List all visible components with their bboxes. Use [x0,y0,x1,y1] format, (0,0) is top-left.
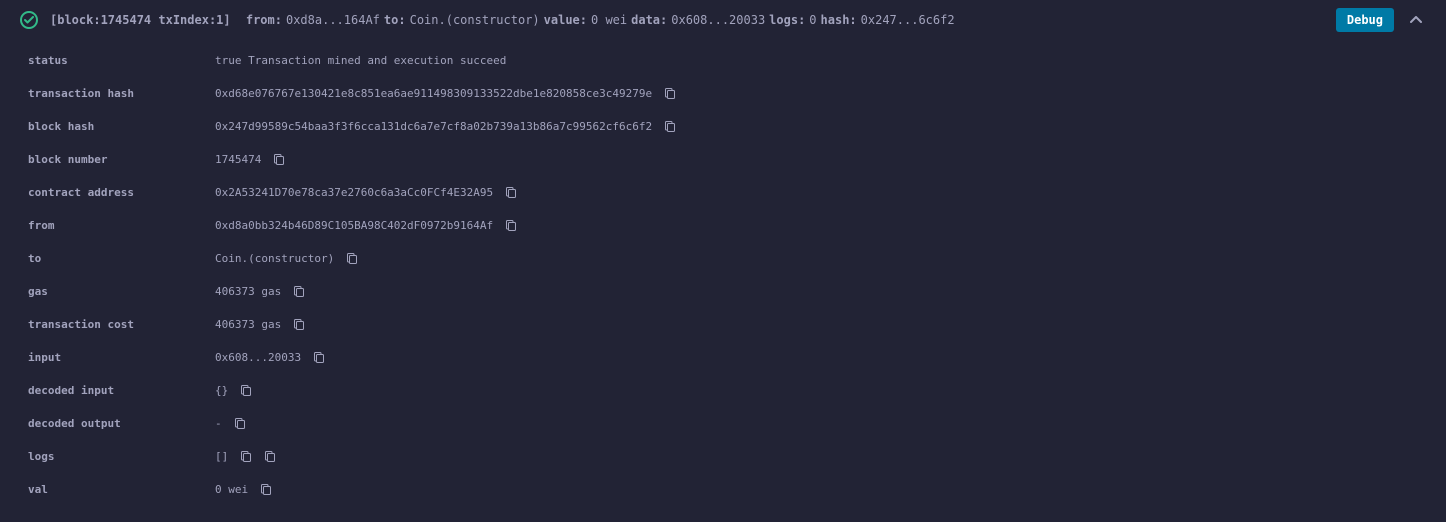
row-decoded-output: decoded output - [0,407,1446,440]
copy-icon[interactable] [260,483,272,496]
gas-label: gas [28,285,215,298]
to-value: Coin.(constructor) [410,13,540,27]
transaction-cost-value: 406373 gas [215,318,281,331]
copy-icon[interactable] [293,318,305,331]
copy-icon[interactable] [505,219,517,232]
from-detail-label: from [28,219,215,232]
copy-icon[interactable] [664,87,676,100]
logs-label: logs: [769,13,805,27]
success-icon [20,11,38,29]
to-detail-label: to [28,252,215,265]
copy-icon[interactable] [313,351,325,364]
contract-address-label: contract address [28,186,215,199]
debug-button[interactable]: Debug [1336,8,1394,32]
data-value: 0x608...20033 [671,13,765,27]
copy-icon[interactable] [273,153,285,166]
row-input: input 0x608...20033 [0,341,1446,374]
contract-address-value: 0x2A53241D70e78ca37e2760c6a3aCc0FCf4E32A… [215,186,493,199]
row-decoded-input: decoded input {} [0,374,1446,407]
transaction-details: status true Transaction mined and execut… [0,40,1446,510]
row-from: from 0xd8a0bb324b46D89C105BA98C402dF0972… [0,209,1446,242]
value-value: 0 wei [591,13,627,27]
row-block-number: block number 1745474 [0,143,1446,176]
row-contract-address: contract address 0x2A53241D70e78ca37e276… [0,176,1446,209]
val-label: val [28,483,215,496]
row-logs: logs [] [0,440,1446,473]
hash-label: hash: [821,13,857,27]
from-label: from: [246,13,282,27]
logs-value: 0 [809,13,816,27]
block-number-label: block number [28,153,215,166]
transaction-hash-label: transaction hash [28,87,215,100]
transaction-hash-value: 0xd68e076767e130421e8c851ea6ae9114983091… [215,87,652,100]
to-detail-value: Coin.(constructor) [215,252,334,265]
decoded-output-label: decoded output [28,417,215,430]
decoded-output-value: - [215,417,222,430]
transaction-cost-label: transaction cost [28,318,215,331]
from-detail-value: 0xd8a0bb324b46D89C105BA98C402dF0972b9164… [215,219,493,232]
decoded-input-label: decoded input [28,384,215,397]
data-label: data: [631,13,667,27]
logs-detail-label: logs [28,450,215,463]
val-value: 0 wei [215,483,248,496]
hash-value: 0x247...6c6f2 [861,13,955,27]
transaction-header: [block:1745474 txIndex:1] from: 0xd8a...… [0,0,1446,40]
transaction-summary: [block:1745474 txIndex:1] from: 0xd8a...… [50,13,1324,27]
copy-icon[interactable] [505,186,517,199]
copy-icon[interactable] [293,285,305,298]
gas-value: 406373 gas [215,285,281,298]
block-info: [block:1745474 txIndex:1] [50,13,231,27]
copy-icon[interactable] [664,120,676,133]
copy-icon[interactable] [264,450,276,463]
row-transaction-cost: transaction cost 406373 gas [0,308,1446,341]
row-to: to Coin.(constructor) [0,242,1446,275]
block-hash-value: 0x247d99589c54baa3f3f6cca131dc6a7e7cf8a0… [215,120,652,133]
row-transaction-hash: transaction hash 0xd68e076767e130421e8c8… [0,77,1446,110]
row-status: status true Transaction mined and execut… [0,44,1446,77]
row-block-hash: block hash 0x247d99589c54baa3f3f6cca131d… [0,110,1446,143]
copy-icon[interactable] [346,252,358,265]
copy-icon[interactable] [240,384,252,397]
status-label: status [28,54,215,67]
chevron-up-icon[interactable] [1406,10,1426,31]
copy-icon[interactable] [234,417,246,430]
block-hash-label: block hash [28,120,215,133]
status-value: true Transaction mined and execution suc… [215,54,506,67]
input-value: 0x608...20033 [215,351,301,364]
value-label: value: [544,13,587,27]
input-label: input [28,351,215,364]
row-val: val 0 wei [0,473,1446,506]
row-gas: gas 406373 gas [0,275,1446,308]
to-label: to: [384,13,406,27]
block-number-value: 1745474 [215,153,261,166]
decoded-input-value: {} [215,384,228,397]
from-value: 0xd8a...164Af [286,13,380,27]
logs-detail-value: [] [215,450,228,463]
copy-icon[interactable] [240,450,252,463]
